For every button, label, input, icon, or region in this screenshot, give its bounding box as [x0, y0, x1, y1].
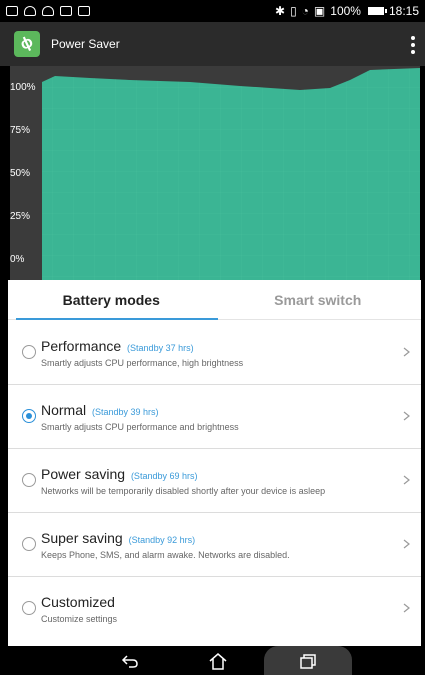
- mode-performance[interactable]: Performance (Standby 37 hrs) Smartly adj…: [8, 321, 421, 385]
- mode-power-saving-radio[interactable]: [22, 473, 36, 487]
- battery-icon: [367, 7, 387, 15]
- status-bar: ✱ ▯ ◔ ▣ 100% 18:15: [0, 0, 425, 22]
- mode-power-saving-standby: (Standby 69 hrs): [130, 471, 198, 481]
- mode-normal[interactable]: Normal (Standby 39 hrs) Smartly adjusts …: [8, 385, 421, 449]
- mode-power-saving-label: Power saving: [41, 466, 126, 482]
- mode-customized-radio[interactable]: [22, 601, 36, 615]
- mode-customized-description: Customize settings: [41, 614, 118, 624]
- mode-super-saving[interactable]: Super saving (Standby 92 hrs) Keeps Phon…: [8, 513, 421, 577]
- home-button[interactable]: [203, 646, 233, 675]
- chevron-right-icon: [403, 347, 410, 357]
- chevron-right-icon: [403, 475, 410, 485]
- overflow-menu-icon[interactable]: [411, 36, 415, 54]
- chevron-right-icon: [403, 411, 410, 421]
- mode-super-saving-standby: (Standby 92 hrs): [128, 535, 196, 545]
- lock-icon: [60, 6, 72, 16]
- y-label-75: 75%: [10, 125, 31, 136]
- clock: 18:15: [388, 4, 419, 18]
- back-icon: [121, 654, 138, 668]
- mode-super-saving-label: Super saving: [41, 530, 123, 546]
- recents-button[interactable]: [293, 646, 323, 675]
- navigation-bar: [0, 646, 425, 675]
- vibrate-icon: ▯: [290, 4, 297, 18]
- mode-power-saving-description: Networks will be temporarily disabled sh…: [41, 486, 326, 496]
- mode-power-saving[interactable]: Power saving (Standby 69 hrs) Networks w…: [8, 449, 421, 513]
- mode-customized[interactable]: Customized Customize settings: [8, 577, 421, 641]
- y-label-25: 25%: [10, 211, 31, 222]
- battery-percent: 100%: [330, 4, 361, 18]
- wireless-notification-icon: [24, 6, 36, 16]
- mode-performance-description: Smartly adjusts CPU performance, high br…: [41, 358, 244, 368]
- wifi-icon: ◔: [301, 4, 309, 18]
- mode-normal-description: Smartly adjusts CPU performance and brig…: [41, 422, 239, 432]
- bluetooth-icon: ✱: [275, 4, 286, 18]
- recents-icon: [300, 653, 316, 669]
- y-label-0: 0%: [10, 254, 25, 265]
- battery-modes-panel: Battery modes Smart switch Performance (…: [8, 280, 421, 646]
- tab-bar: Battery modes Smart switch: [8, 280, 421, 320]
- leaf-icon: ϕ: [14, 31, 40, 57]
- mode-normal-label: Normal: [41, 402, 87, 418]
- mode-super-saving-description: Keeps Phone, SMS, and alarm awake. Netwo…: [41, 550, 290, 560]
- battery-graph: 100% 75% 50% 25% 0%: [10, 66, 420, 280]
- battery-graph-svg: [42, 68, 420, 280]
- photo-notification-icon: [6, 6, 18, 16]
- chevron-right-icon: [403, 539, 410, 549]
- cloud-upload-icon: [42, 6, 54, 16]
- tab-battery-modes[interactable]: Battery modes: [8, 280, 215, 319]
- battery-saver-icon: ▣: [313, 4, 326, 18]
- chevron-right-icon: [403, 603, 410, 613]
- active-tab-indicator: [16, 318, 218, 320]
- mode-normal-radio[interactable]: [22, 409, 36, 423]
- app-title: Power Saver: [51, 37, 120, 51]
- app-bar: ϕ Power Saver: [0, 22, 425, 66]
- tab-smart-switch[interactable]: Smart switch: [215, 280, 422, 319]
- y-label-50: 50%: [10, 168, 31, 179]
- mode-performance-label: Performance: [41, 338, 122, 354]
- mode-normal-standby: (Standby 39 hrs): [92, 407, 159, 417]
- mode-performance-standby: (Standby 37 hrs): [127, 343, 194, 353]
- mode-customized-label: Customized: [41, 594, 115, 610]
- home-icon: [209, 652, 227, 670]
- gallery-notification-icon: [78, 6, 90, 16]
- y-label-100: 100%: [10, 82, 36, 93]
- mode-performance-radio[interactable]: [22, 345, 36, 359]
- back-button[interactable]: [115, 646, 145, 675]
- mode-super-saving-radio[interactable]: [22, 537, 36, 551]
